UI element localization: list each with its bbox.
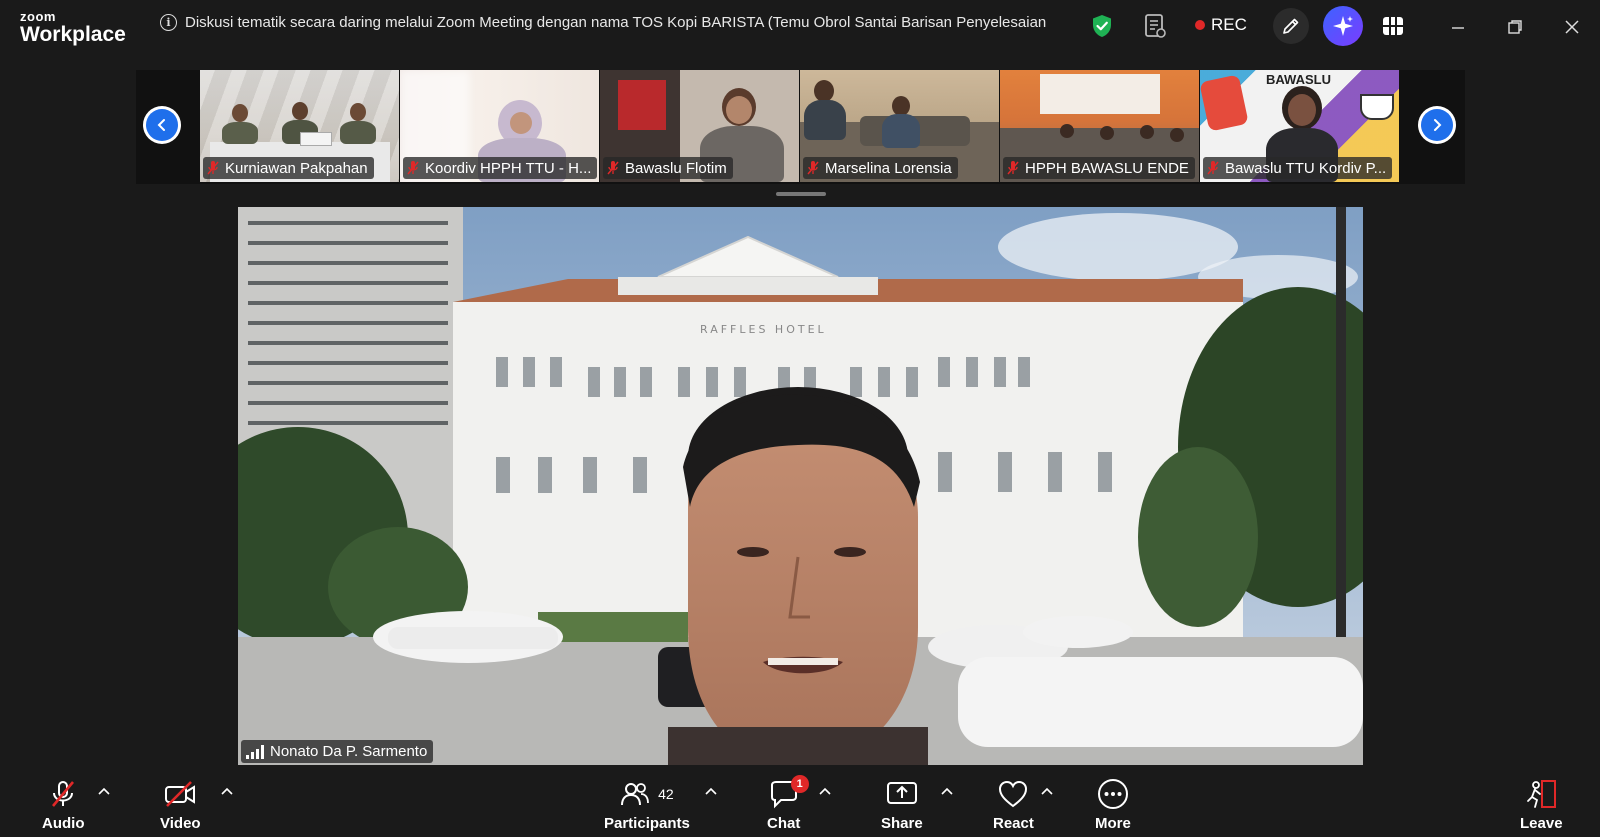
recording-dot-icon xyxy=(1195,20,1205,30)
muted-mic-icon xyxy=(1007,161,1019,175)
speaker-name-tag: Nonato Da P. Sarmento xyxy=(241,740,434,763)
muted-mic-icon xyxy=(1207,161,1219,175)
participant-tile[interactable]: Kurniawan Pakpahan xyxy=(200,70,399,182)
rec-label: REC xyxy=(1211,15,1247,34)
participant-tile[interactable]: BAWASLU Bawaslu TTU Kordiv P... xyxy=(1200,70,1399,182)
participant-tile[interactable]: Marselina Lorensia xyxy=(800,70,999,182)
apps-grid-icon xyxy=(1383,17,1403,35)
participants-options-caret-icon[interactable] xyxy=(704,787,718,797)
apps-button[interactable] xyxy=(1375,8,1411,44)
participant-tile[interactable]: HPPH BAWASLU ENDE xyxy=(1000,70,1199,182)
chat-unread-badge: 1 xyxy=(790,775,809,793)
more-ellipsis-icon xyxy=(1097,779,1128,809)
annotate-button[interactable] xyxy=(1273,8,1309,44)
participant-name-tag: HPPH BAWASLU ENDE xyxy=(1003,157,1195,179)
participant-name-tag: Marselina Lorensia xyxy=(803,157,958,179)
react-button[interactable]: React xyxy=(993,779,1034,832)
participant-name-tag: Bawaslu Flotim xyxy=(603,157,733,179)
participant-name-tag: Kurniawan Pakpahan xyxy=(203,157,374,179)
chat-options-caret-icon[interactable] xyxy=(818,787,832,797)
minimize-button[interactable] xyxy=(1443,12,1473,42)
logo-zoom: zoom xyxy=(20,9,56,24)
app-logo: zoom Workplace xyxy=(20,10,126,45)
video-button[interactable]: Video xyxy=(160,779,201,832)
participants-count: 42 xyxy=(658,786,674,802)
top-bar: zoom Workplace i Diskusi tematik secara … xyxy=(0,0,1600,52)
active-speaker-video[interactable]: RAFFLES HOTEL Nonato Da P. Sarmento xyxy=(238,207,1363,765)
close-button[interactable] xyxy=(1557,12,1587,42)
logo-workplace: Workplace xyxy=(20,23,126,46)
muted-mic-icon xyxy=(607,161,619,175)
participant-tile[interactable]: Bawaslu Flotim xyxy=(600,70,799,182)
notes-icon[interactable] xyxy=(1143,13,1167,44)
close-icon xyxy=(1565,20,1579,34)
participant-tile[interactable]: Koordiv HPPH TTU - H... xyxy=(400,70,599,182)
video-off-icon xyxy=(165,781,196,807)
strip-resize-handle[interactable] xyxy=(776,192,826,196)
chat-button[interactable]: 1 Chat xyxy=(767,775,809,832)
next-page-button[interactable] xyxy=(1418,106,1456,144)
connection-signal-icon xyxy=(246,744,264,759)
participants-icon xyxy=(621,783,650,806)
restore-icon xyxy=(1508,20,1522,34)
speaker-name: Nonato Da P. Sarmento xyxy=(270,743,428,760)
restore-button[interactable] xyxy=(1500,12,1530,42)
chevron-left-icon xyxy=(157,119,165,131)
audio-button[interactable]: Audio xyxy=(42,779,85,832)
previous-page-button[interactable] xyxy=(143,106,181,144)
bawaslu-logo-text: BAWASLU xyxy=(1266,72,1331,87)
microphone-muted-icon xyxy=(52,781,75,807)
heart-icon xyxy=(999,780,1028,808)
muted-mic-icon xyxy=(807,161,819,175)
leave-button[interactable]: Leave xyxy=(1520,779,1563,832)
share-options-caret-icon[interactable] xyxy=(940,787,954,797)
share-button[interactable]: Share xyxy=(881,779,923,832)
encryption-shield-icon[interactable] xyxy=(1092,14,1112,43)
leave-door-icon xyxy=(1527,780,1557,808)
sparkle-icon xyxy=(1333,16,1353,36)
info-icon[interactable]: i xyxy=(160,14,177,31)
meeting-controls: Audio Video 42 Participants 1 Chat Share… xyxy=(0,767,1600,837)
share-screen-icon xyxy=(886,782,917,804)
participants-button[interactable]: 42 Participants xyxy=(604,779,690,832)
video-options-caret-icon[interactable] xyxy=(220,787,234,797)
participant-thumbnails: Kurniawan Pakpahan Koordiv HPPH TTU - H.… xyxy=(200,70,1399,182)
react-options-caret-icon[interactable] xyxy=(1040,787,1054,797)
recording-indicator[interactable]: REC xyxy=(1195,15,1247,35)
video-frame: RAFFLES HOTEL xyxy=(238,207,1363,765)
muted-mic-icon xyxy=(407,161,419,175)
ai-companion-button[interactable] xyxy=(1323,6,1363,46)
minimize-icon xyxy=(1452,27,1464,29)
muted-mic-icon xyxy=(207,161,219,175)
more-button[interactable]: More xyxy=(1095,779,1131,832)
meeting-info[interactable]: i Diskusi tematik secara daring melalui … xyxy=(160,14,1050,31)
raffles-hotel-sign: RAFFLES HOTEL xyxy=(700,323,827,336)
participant-name-tag: Koordiv HPPH TTU - H... xyxy=(403,157,598,179)
pencil-icon xyxy=(1283,18,1299,34)
participant-name-tag: Bawaslu TTU Kordiv P... xyxy=(1203,157,1393,179)
chevron-right-icon xyxy=(1434,119,1442,131)
audio-options-caret-icon[interactable] xyxy=(97,787,111,797)
meeting-title: Diskusi tematik secara daring melalui Zo… xyxy=(185,14,1050,31)
